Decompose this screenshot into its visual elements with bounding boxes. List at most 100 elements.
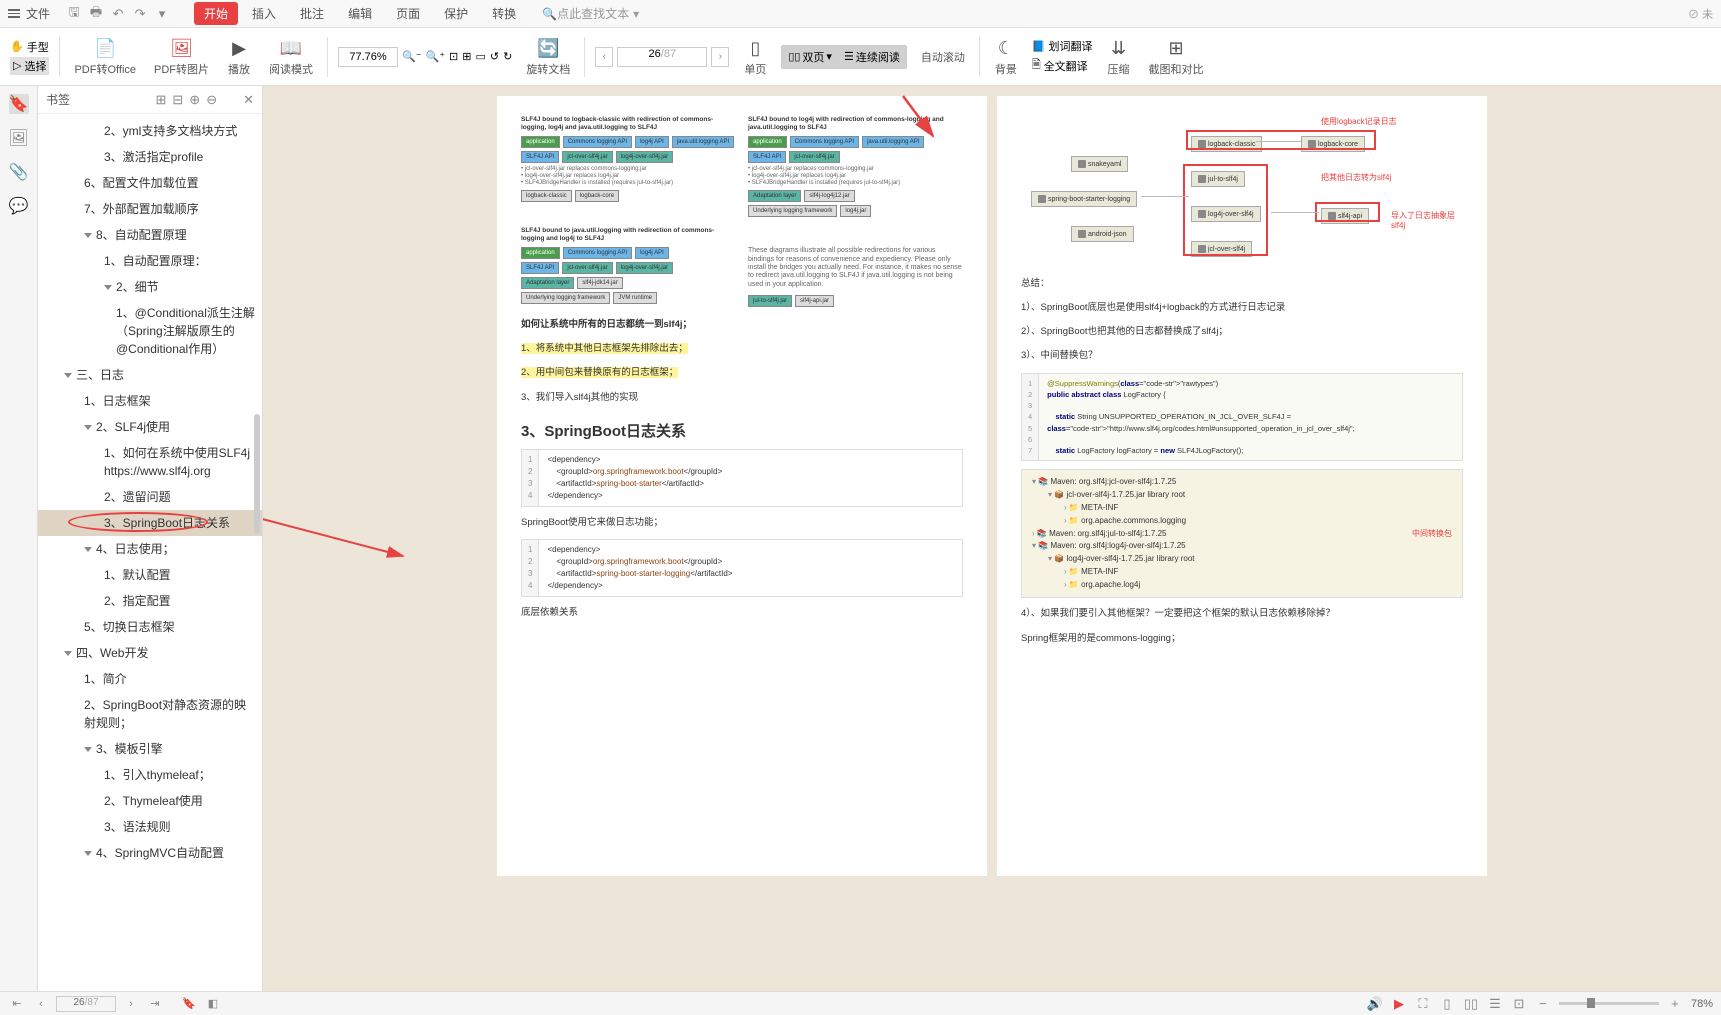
qat-dropdown-icon[interactable]: ▾	[154, 6, 170, 22]
zoom-slider[interactable]	[1559, 1002, 1659, 1005]
zoom-input[interactable]	[338, 47, 398, 67]
bm-add-icon[interactable]: ⊕	[189, 92, 200, 108]
tab-page[interactable]: 页面	[386, 2, 430, 25]
bookmark-tree[interactable]: 2、yml支持多文档块方式3、激活指定profile6、配置文件加载位置7、外部…	[38, 114, 262, 991]
bookmark-item[interactable]: 2、遗留问题	[38, 484, 262, 510]
sb-zoom-out-icon[interactable]: −	[1535, 996, 1551, 1012]
hand-tool[interactable]: ✋手型	[10, 39, 49, 55]
bookmark-item[interactable]: 6、配置文件加载位置	[38, 170, 262, 196]
rotate-cw-icon[interactable]: ↻	[503, 50, 512, 63]
sidebar-toggle-icon[interactable]: ◧	[204, 996, 222, 1012]
rail-bookmark-icon[interactable]: 🔖	[9, 94, 29, 114]
bookmark-item[interactable]: 四、Web开发	[38, 640, 262, 666]
sb-view2-icon[interactable]: ▯▯	[1463, 996, 1479, 1012]
bm-close-icon[interactable]: ✕	[243, 92, 254, 108]
search-area[interactable]: 🔍 点此查找文本 ▾	[542, 5, 639, 22]
bookmark-item[interactable]: 3、SpringBoot日志关系	[38, 510, 262, 536]
rail-attachment-icon[interactable]: 📎	[9, 162, 29, 182]
status-page-input[interactable]: 26/87	[56, 996, 116, 1012]
pdf-to-image-button[interactable]: 🖼 PDF转图片	[150, 36, 213, 77]
sb-fit-icon[interactable]: ⊡	[1511, 996, 1527, 1012]
bookmark-item[interactable]: 2、Thymeleaf使用	[38, 788, 262, 814]
zoom-out-icon[interactable]: 🔍⁻	[402, 50, 422, 63]
fit-width-icon[interactable]: ▭	[475, 50, 485, 63]
hamburger-icon[interactable]	[8, 9, 20, 18]
screenshot-compare-button[interactable]: ⊞ 截图和对比	[1145, 36, 1208, 77]
bookmark-toggle-icon[interactable]: 🔖	[180, 996, 198, 1012]
full-translate-button[interactable]: 🗎全文翻译	[1032, 56, 1093, 75]
single-page-button[interactable]: ▯ 单页	[739, 36, 771, 77]
bookmark-item[interactable]: 1、简介	[38, 666, 262, 692]
bookmark-item[interactable]: 1、@Conditional派生注解（Spring注解版原生的@Conditio…	[38, 300, 262, 362]
bookmark-item[interactable]: 2、细节	[38, 274, 262, 300]
select-tool[interactable]: ▷选择	[10, 57, 49, 75]
document-area[interactable]: SLF4J bound to logback-classic with redi…	[263, 86, 1721, 991]
background-button[interactable]: ☾ 背景	[990, 36, 1022, 77]
bookmark-item[interactable]: 1、引入thymeleaf；	[38, 762, 262, 788]
rail-comment-icon[interactable]: 💬	[9, 196, 29, 216]
zoom-slider-thumb[interactable]	[1587, 998, 1595, 1008]
prev-page-button[interactable]: ‹	[32, 996, 50, 1012]
sb-zoom-in-icon[interactable]: +	[1667, 996, 1683, 1012]
zoom-in-icon[interactable]: 🔍⁺	[426, 50, 446, 63]
actual-size-icon[interactable]: ⊞	[462, 50, 471, 63]
dict-translate-button[interactable]: 📘划词翻译	[1032, 38, 1093, 54]
tab-insert[interactable]: 插入	[242, 2, 286, 25]
bookmark-item[interactable]: 2、SLF4j使用	[38, 414, 262, 440]
qat-undo-icon[interactable]: ↶	[110, 6, 126, 22]
continuous-button[interactable]: ☰连续阅读	[838, 46, 906, 68]
tab-convert[interactable]: 转换	[482, 2, 526, 25]
bookmark-item[interactable]: 三、日志	[38, 362, 262, 388]
qat-save-icon[interactable]: 🖫	[66, 6, 82, 22]
tab-annotate[interactable]: 批注	[290, 2, 334, 25]
bookmark-item[interactable]: 4、日志使用；	[38, 536, 262, 562]
sb-view3-icon[interactable]: ☰	[1487, 996, 1503, 1012]
bookmark-item[interactable]: 4、SpringMVC自动配置	[38, 840, 262, 866]
rotate-ccw-icon[interactable]: ↺	[490, 50, 499, 63]
qat-redo-icon[interactable]: ↷	[132, 6, 148, 22]
double-page-button[interactable]: ▯▯双页▾	[782, 46, 838, 68]
diag-note: • jcl-over-slf4j.jar replaces commons-lo…	[521, 166, 736, 188]
bookmark-item[interactable]: 1、自动配置原理：	[38, 248, 262, 274]
bookmark-item[interactable]: 5、切换日志框架	[38, 614, 262, 640]
bookmark-item[interactable]: 3、语法规则	[38, 814, 262, 840]
bookmark-item[interactable]: 7、外部配置加载顺序	[38, 196, 262, 222]
sb-play-icon[interactable]: ▶	[1391, 996, 1407, 1012]
first-page-button[interactable]: ⇤	[8, 996, 26, 1012]
last-page-button[interactable]: ⇥	[146, 996, 164, 1012]
sb-sound-icon[interactable]: 🔊	[1367, 996, 1383, 1012]
bookmark-item[interactable]: 2、SpringBoot对静态资源的映射规则；	[38, 692, 262, 736]
separator	[59, 37, 60, 77]
tab-protect[interactable]: 保护	[434, 2, 478, 25]
pdf-to-office-button[interactable]: 📄 PDF转Office	[70, 36, 140, 77]
bookmark-item[interactable]: 3、模板引擎	[38, 736, 262, 762]
rail-thumbnail-icon[interactable]: 🖼	[9, 128, 29, 148]
tab-edit[interactable]: 编辑	[338, 2, 382, 25]
bm-expand-icon[interactable]: ⊞	[155, 92, 166, 108]
bookmark-item[interactable]: 1、日志框架	[38, 388, 262, 414]
bm-delete-icon[interactable]: ⊖	[206, 92, 217, 108]
bm-collapse-icon[interactable]: ⊟	[172, 92, 183, 108]
scrollbar-thumb[interactable]	[254, 414, 260, 534]
fit-icon[interactable]: ⊡	[449, 50, 458, 63]
autoscroll-button[interactable]: 自动滚动	[917, 49, 969, 65]
file-menu[interactable]: 文件	[26, 5, 50, 22]
read-mode-button[interactable]: 📖 阅读模式	[265, 36, 317, 77]
play-button[interactable]: ▶ 播放	[223, 36, 255, 77]
qat-print-icon[interactable]: 🖶	[88, 6, 104, 22]
bookmark-item[interactable]: 3、激活指定profile	[38, 144, 262, 170]
prev-page-button[interactable]: ‹	[595, 47, 613, 67]
sb-view1-icon[interactable]: ▯	[1439, 996, 1455, 1012]
sb-fullscreen-icon[interactable]: ⛶	[1415, 996, 1431, 1012]
compress-button[interactable]: ⇊ 压缩	[1103, 36, 1135, 77]
bookmark-item[interactable]: 2、指定配置	[38, 588, 262, 614]
bookmark-item[interactable]: 2、yml支持多文档块方式	[38, 118, 262, 144]
next-page-button[interactable]: ›	[122, 996, 140, 1012]
bookmark-item[interactable]: 1、默认配置	[38, 562, 262, 588]
next-page-button[interactable]: ›	[711, 47, 729, 67]
bookmark-item[interactable]: 8、自动配置原理	[38, 222, 262, 248]
tab-start[interactable]: 开始	[194, 2, 238, 25]
bookmark-item[interactable]: 1、如何在系统中使用SLF4j https://www.slf4j.org	[38, 440, 262, 484]
rotate-doc-button[interactable]: 🔄 旋转文档	[522, 36, 574, 77]
page-number-input[interactable]: 26/87	[617, 47, 707, 67]
